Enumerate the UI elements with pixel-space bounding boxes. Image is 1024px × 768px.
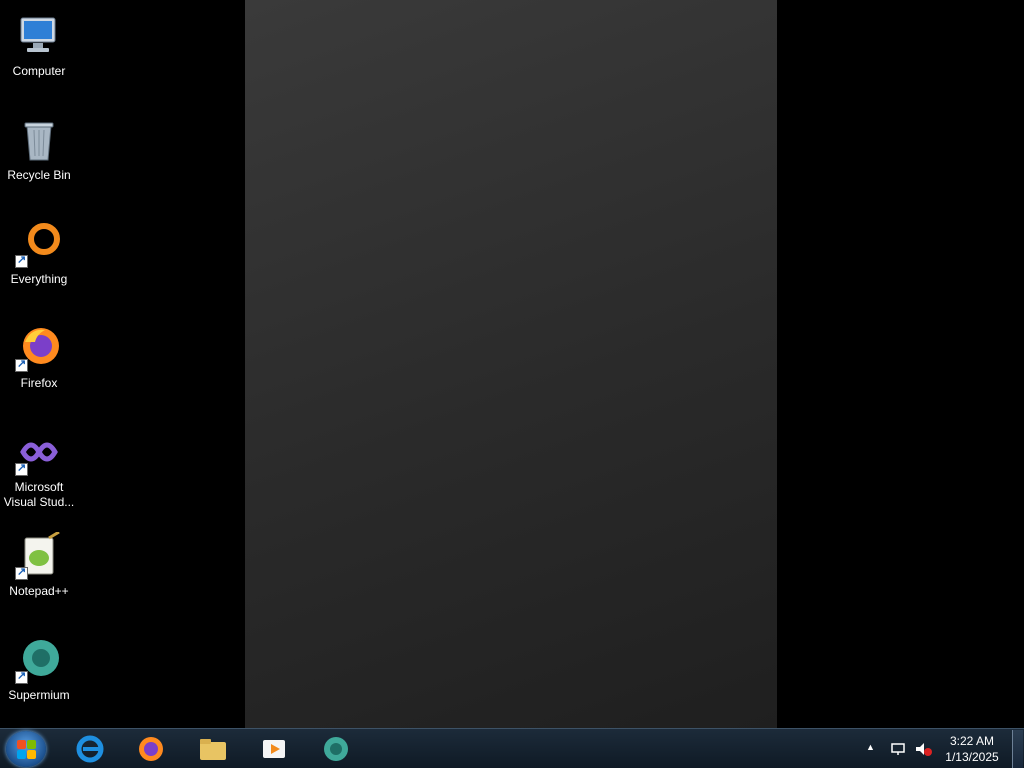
shortcut-arrow-icon bbox=[15, 357, 28, 372]
firefox-icon bbox=[139, 737, 163, 761]
taskbar-firefox[interactable] bbox=[123, 731, 179, 767]
volume-muted-icon[interactable] bbox=[914, 741, 932, 757]
file-explorer-icon bbox=[200, 739, 226, 760]
internet-explorer-icon bbox=[76, 735, 104, 763]
taskbar-media-player[interactable] bbox=[246, 731, 302, 767]
show-desktop-button[interactable] bbox=[1012, 730, 1023, 768]
desktop-wallpaper bbox=[245, 0, 777, 728]
network-icon[interactable] bbox=[890, 741, 906, 757]
start-button[interactable] bbox=[6, 731, 46, 767]
shortcut-arrow-icon bbox=[15, 669, 28, 684]
desktop-icon-label: Firefox bbox=[20, 376, 58, 390]
desktop-icon-label: Recycle Bin bbox=[7, 168, 71, 182]
desktop-icon-label: Supermium bbox=[8, 688, 70, 702]
recycle-bin-icon bbox=[15, 116, 63, 164]
taskbar-supermium[interactable] bbox=[308, 731, 364, 767]
desktop-icon-everything[interactable]: Everything bbox=[0, 212, 78, 308]
computer-icon bbox=[15, 12, 63, 60]
show-hidden-icons-button[interactable]: ▲ bbox=[866, 742, 875, 752]
everything-icon bbox=[15, 220, 63, 268]
desktop-icon-recycle-bin[interactable]: Recycle Bin bbox=[0, 108, 78, 204]
firefox-icon bbox=[15, 324, 63, 372]
desktop-icon-supermium[interactable]: Supermium bbox=[0, 628, 78, 724]
shortcut-arrow-icon bbox=[15, 565, 28, 580]
desktop-icon-notepadpp[interactable]: Notepad++ bbox=[0, 524, 78, 620]
taskbar-file-explorer[interactable] bbox=[185, 731, 241, 767]
shortcut-arrow-icon bbox=[15, 253, 28, 268]
media-player-icon bbox=[263, 740, 285, 758]
clock-date[interactable]: 1/13/2025 bbox=[940, 750, 1004, 764]
supermium-icon bbox=[324, 737, 348, 761]
desktop-icon-firefox[interactable]: Firefox bbox=[0, 316, 78, 412]
shortcut-arrow-icon bbox=[15, 461, 28, 476]
desktop-icon-computer[interactable]: Computer bbox=[0, 4, 78, 100]
desktop-icon-visual-studio[interactable]: Microsoft Visual Stud... bbox=[0, 420, 78, 516]
desktop-icon-label: Computer bbox=[12, 64, 66, 78]
notepadpp-icon bbox=[15, 530, 63, 580]
clock-time[interactable]: 3:22 AM bbox=[940, 734, 1004, 748]
desktop-icon-label: Microsoft Visual Stud... bbox=[3, 480, 75, 509]
desktop-icon-label: Everything bbox=[10, 272, 68, 286]
desktop-icon-label: Notepad++ bbox=[9, 584, 69, 598]
taskbar-internet-explorer[interactable] bbox=[62, 731, 118, 767]
visual-studio-icon bbox=[15, 428, 63, 476]
supermium-icon bbox=[15, 636, 63, 684]
taskbar: ▲ 3:22 AM 1/13/2025 bbox=[0, 728, 1024, 768]
